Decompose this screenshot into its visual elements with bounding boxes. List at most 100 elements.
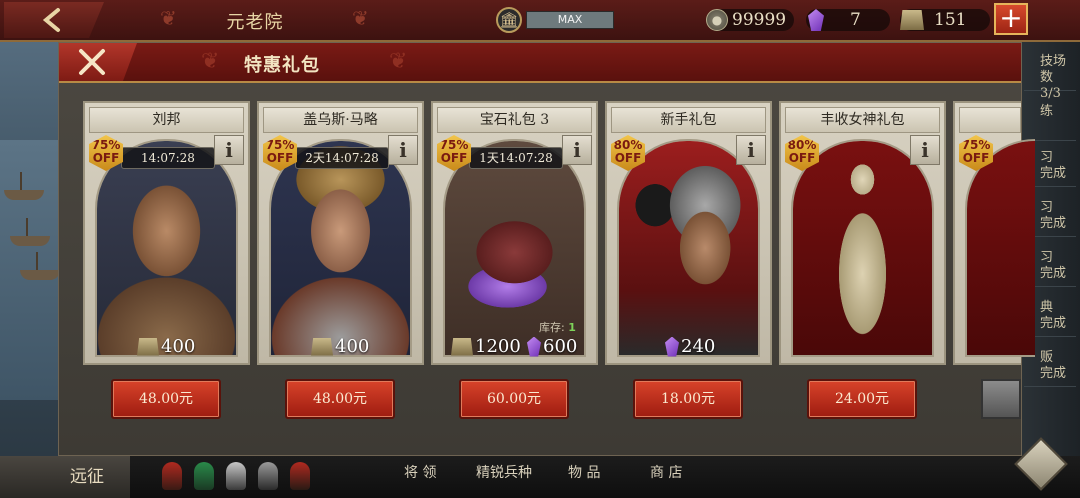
close-button[interactable] bbox=[59, 43, 137, 81]
page-title: 元老院 bbox=[226, 12, 284, 33]
info-button[interactable]: i bbox=[388, 135, 418, 165]
reward-amount: 400 bbox=[335, 336, 370, 357]
gold-bar-amount: 151 bbox=[934, 10, 967, 30]
bottom-bar: 远征 将 领 精锐兵种 物 品 商 店 bbox=[0, 456, 1080, 498]
laurel-left-icon: ❦ bbox=[160, 6, 177, 30]
gold-bar-counter[interactable]: 151 bbox=[900, 9, 990, 31]
discount-off-label: OFF bbox=[962, 151, 990, 165]
top-bar: ❦ 元老院 ❦ 🏛 MAX ● 99999 7 151 + bbox=[0, 0, 1080, 42]
tab-items[interactable]: 物 品 bbox=[568, 462, 600, 482]
side-task-label: 练 bbox=[1040, 104, 1054, 119]
close-icon bbox=[79, 49, 105, 75]
offer-card[interactable]: 宝石礼包 3 1天14:07:28 75% OFF i 库存: 1 1200 6… bbox=[431, 101, 598, 365]
reward-amount: 400 bbox=[161, 336, 196, 357]
tab-generals[interactable]: 将 领 bbox=[404, 462, 436, 482]
discount-off-label: OFF bbox=[92, 151, 120, 165]
offer-card[interactable]: 刘邦 14:07:28 75% OFF i 400 bbox=[83, 101, 250, 365]
unit-helmet-icon[interactable] bbox=[194, 462, 214, 490]
card-title: 宝石礼包 3 bbox=[437, 107, 592, 133]
unit-helmet-icon[interactable] bbox=[290, 462, 310, 490]
card-title: 刘邦 bbox=[89, 107, 244, 133]
buy-button[interactable]: 18.00元 bbox=[633, 379, 743, 419]
coin-counter[interactable]: ● 99999 bbox=[706, 9, 794, 31]
gem-icon bbox=[527, 336, 541, 357]
hero-portrait bbox=[271, 141, 410, 355]
buy-button[interactable]: 48.00元 bbox=[111, 379, 221, 419]
tab-shop[interactable]: 商 店 bbox=[650, 462, 682, 482]
card-title: 丰收女神礼包 bbox=[785, 107, 940, 133]
card-portrait-frame bbox=[95, 139, 238, 357]
gem-icon bbox=[665, 336, 679, 357]
bank-icon: 🏛 bbox=[496, 7, 522, 33]
countdown-timer: 1天14:07:28 bbox=[469, 147, 563, 169]
gold-bar-icon bbox=[451, 337, 473, 356]
side-task-label: 技场 bbox=[1040, 54, 1067, 69]
card-portrait-frame bbox=[269, 139, 412, 357]
stock-indicator: 库存: 1 bbox=[539, 319, 576, 335]
card-title: 新手礼包 bbox=[611, 107, 766, 133]
treasury-max-bar: MAX bbox=[526, 11, 614, 29]
info-button[interactable]: i bbox=[214, 135, 244, 165]
discount-off-label: OFF bbox=[440, 151, 468, 165]
discount-off-label: OFF bbox=[614, 151, 642, 165]
card-portrait-frame bbox=[617, 139, 760, 357]
buy-button[interactable]: 24.00元 bbox=[807, 379, 917, 419]
ship-icon bbox=[10, 218, 50, 246]
ship-icon bbox=[20, 252, 60, 280]
card-portrait-frame bbox=[965, 139, 1035, 357]
unit-helmet-icon[interactable] bbox=[162, 462, 182, 490]
buy-button[interactable]: 48.00元 bbox=[285, 379, 395, 419]
reward-gems: 240 bbox=[665, 336, 715, 357]
info-button[interactable]: i bbox=[910, 135, 940, 165]
tab-elite-troops[interactable]: 精锐兵种 bbox=[476, 462, 532, 482]
laurel-right-icon: ❦ bbox=[389, 49, 408, 74]
laurel-right-icon: ❦ bbox=[352, 6, 369, 30]
side-task-label: 数 3/3 bbox=[1040, 70, 1061, 101]
info-button[interactable]: i bbox=[562, 135, 592, 165]
side-task-label: 完成 bbox=[1040, 366, 1067, 381]
offer-card[interactable]: 75% OFF bbox=[953, 101, 1035, 365]
hero-portrait bbox=[619, 141, 758, 355]
discount-off-label: OFF bbox=[788, 151, 816, 165]
offer-card[interactable]: 新手礼包 80% OFF i 240 bbox=[605, 101, 772, 365]
treasury-status[interactable]: 🏛 MAX bbox=[496, 7, 614, 33]
stock-value: 1 bbox=[568, 321, 576, 334]
reward-bars: 1200 bbox=[451, 336, 521, 357]
side-task-item[interactable]: 技场 数 3/3 bbox=[1024, 54, 1076, 101]
reward-bars: 400 bbox=[137, 336, 195, 357]
reward-amount: 1200 bbox=[475, 336, 521, 357]
hero-portrait bbox=[97, 141, 236, 355]
buy-button[interactable]: 60.00元 bbox=[459, 379, 569, 419]
ship-icon bbox=[4, 172, 44, 200]
side-task-item[interactable]: 练 bbox=[1024, 104, 1076, 141]
gem-icon bbox=[808, 9, 824, 31]
goddess-statue-image bbox=[793, 141, 932, 355]
gold-bar-icon bbox=[311, 337, 333, 356]
unit-helmet-icon[interactable] bbox=[226, 462, 246, 490]
laurel-left-icon: ❦ bbox=[201, 49, 220, 74]
expedition-button[interactable]: 远征 bbox=[0, 456, 130, 498]
offer-card[interactable]: 丰收女神礼包 80% OFF i bbox=[779, 101, 946, 365]
dialog-title: 特惠礼包 bbox=[244, 55, 320, 76]
offer-card[interactable]: 盖乌斯·马略 2天14:07:28 75% OFF i 400 bbox=[257, 101, 424, 365]
coin-icon: ● bbox=[706, 9, 728, 31]
add-currency-button[interactable]: + bbox=[994, 3, 1028, 35]
reward-gems: 600 bbox=[527, 336, 577, 357]
reward-amount: 600 bbox=[543, 336, 578, 357]
countdown-timer: 2天14:07:28 bbox=[295, 147, 389, 169]
card-title bbox=[959, 107, 1021, 133]
unit-helmet-icon[interactable] bbox=[258, 462, 278, 490]
back-button[interactable] bbox=[4, 2, 104, 38]
gold-bar-icon bbox=[137, 337, 159, 356]
back-arrow-icon bbox=[42, 8, 60, 32]
reward-bars: 400 bbox=[311, 336, 369, 357]
countdown-timer: 14:07:28 bbox=[121, 147, 215, 169]
gem-counter[interactable]: 7 bbox=[806, 9, 890, 31]
gold-bar-icon bbox=[900, 10, 924, 30]
info-button[interactable]: i bbox=[736, 135, 766, 165]
special-offer-dialog: ❦ 特惠礼包 ❦ 刘邦 14:07:28 75% OFF i 400 48.00… bbox=[58, 42, 1035, 456]
buy-button[interactable] bbox=[981, 379, 1021, 419]
dialog-header: ❦ 特惠礼包 ❦ bbox=[59, 43, 1021, 83]
offer-image bbox=[967, 141, 1035, 355]
discount-off-label: OFF bbox=[266, 151, 294, 165]
